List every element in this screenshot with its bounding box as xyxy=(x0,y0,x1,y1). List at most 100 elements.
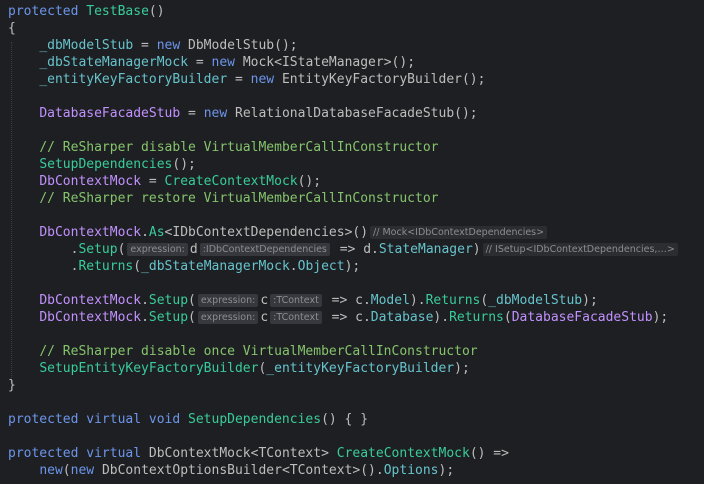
code-line[interactable]: DatabaseFacadeStub = new RelationalDatab… xyxy=(8,105,477,122)
code-token: _dbStateManagerMock xyxy=(141,259,290,274)
code-token: < xyxy=(281,463,290,478)
code-line[interactable]: { xyxy=(8,20,16,37)
code-line[interactable]: } xyxy=(8,377,16,394)
code-token: IStateManager xyxy=(281,55,384,70)
code-token: CreateContextMock xyxy=(336,446,470,461)
code-token: ); xyxy=(344,259,361,274)
code-token: DbContextMock xyxy=(39,174,142,189)
code-token: ( xyxy=(188,293,196,308)
code-token: _entityKeyFactoryBuilder xyxy=(266,361,455,376)
code-token: = xyxy=(141,174,165,189)
code-line[interactable]: DbContextMock.Setup(expression: c:TContex… xyxy=(8,309,668,326)
code-token: // ReSharper disable VirtualMemberCallIn… xyxy=(39,140,439,155)
code-token: new xyxy=(39,463,63,478)
code-token: _dbModelStub xyxy=(39,38,134,53)
code-token: TContext xyxy=(258,446,322,461)
code-line[interactable]: _entityKeyFactoryBuilder = new EntityKey… xyxy=(8,71,485,88)
code-token: ); xyxy=(652,310,669,325)
code-line[interactable]: .Setup(expression: d:IDbContextDependenci… xyxy=(8,241,680,258)
code-token: // ReSharper restore VirtualMemberCallIn… xyxy=(39,191,439,206)
code-token: DbModelStub xyxy=(188,38,275,53)
code-token: Returns xyxy=(425,293,481,308)
code-token: >(); xyxy=(383,55,416,70)
code-token: ); xyxy=(438,463,455,478)
code-token: { xyxy=(8,21,16,36)
code-line[interactable]: protected TestBase() xyxy=(8,3,165,20)
code-token: c xyxy=(260,310,269,325)
code-token: = xyxy=(180,106,204,121)
code-token: TContext xyxy=(289,463,353,478)
inlay-parameter-hint: expression: xyxy=(197,294,259,307)
code-token: ); xyxy=(582,293,598,308)
code-line[interactable]: _dbModelStub = new DbModelStub(); xyxy=(8,37,297,54)
code-line[interactable]: _dbStateManagerMock = new Mock<IStateMan… xyxy=(8,54,415,71)
code-token: ); xyxy=(454,361,470,376)
code-token: DbContextMock xyxy=(39,310,142,325)
code-token: new xyxy=(156,38,189,53)
code-token: => xyxy=(331,242,364,257)
code-token: . xyxy=(362,293,371,308)
code-token: _dbStateManagerMock xyxy=(39,55,189,70)
code-line[interactable]: DbContextMock.As<IDbContextDependencies>… xyxy=(8,224,549,241)
code-token: ( xyxy=(117,242,126,257)
code-token: . xyxy=(371,242,379,257)
code-token: protected virtual void xyxy=(8,412,189,427)
code-token: (); xyxy=(172,157,196,172)
code-line[interactable]: DbContextMock = CreateContextMock(); xyxy=(8,173,321,190)
code-token: = xyxy=(188,55,212,70)
code-token: TestBase xyxy=(86,4,149,19)
code-token: ). xyxy=(433,310,450,325)
code-token: Setup xyxy=(78,242,118,257)
code-token: Object xyxy=(297,259,345,274)
code-line[interactable]: new(new DbContextOptionsBuilder<TContext… xyxy=(8,462,454,479)
code-token: . xyxy=(141,293,149,308)
code-token: protected virtual xyxy=(8,446,149,461)
code-line[interactable]: // ReSharper disable VirtualMemberCallIn… xyxy=(8,139,438,156)
code-line[interactable]: protected virtual void SetupDependencies… xyxy=(8,411,368,428)
code-line[interactable]: // ReSharper restore VirtualMemberCallIn… xyxy=(8,190,438,207)
code-token: (); xyxy=(461,72,486,87)
code-token: (); xyxy=(297,174,322,189)
code-token: . xyxy=(141,225,149,240)
code-token: >(). xyxy=(352,463,384,478)
code-token: protected xyxy=(8,4,87,19)
code-line[interactable]: SetupEntityKeyFactoryBuilder(_entityKeyF… xyxy=(8,360,470,377)
inlay-parameter-hint: expression: xyxy=(197,311,259,324)
code-token: SetupDependencies xyxy=(188,412,322,427)
code-line[interactable]: // ReSharper disable once VirtualMemberC… xyxy=(8,343,477,360)
code-token: Options xyxy=(383,463,439,478)
code-token: d xyxy=(189,242,198,257)
code-editor[interactable]: protected TestBase(){ _dbModelStub = new… xyxy=(0,0,704,484)
code-token: DbContextMock xyxy=(39,293,142,308)
code-token: new xyxy=(211,55,243,70)
code-line[interactable]: .Returns(_dbStateManagerMock.Object); xyxy=(8,258,361,275)
code-line[interactable]: protected virtual DbContextMock<TContext… xyxy=(8,445,509,462)
code-token: () { } xyxy=(321,412,369,427)
inlay-parameter-hint: :TContext xyxy=(270,311,322,324)
code-token: new xyxy=(203,106,235,121)
code-token: _entityKeyFactoryBuilder xyxy=(39,72,228,87)
code-token: ( xyxy=(503,310,512,325)
code-token: () => xyxy=(469,446,509,461)
code-token: Model xyxy=(370,293,410,308)
inlay-parameter-hint: expression: xyxy=(127,243,188,256)
code-token: Database xyxy=(370,310,434,325)
code-token: As xyxy=(148,225,165,240)
code-token: d xyxy=(363,242,372,257)
code-line[interactable]: DbContextMock.Setup(expression: c:TContex… xyxy=(8,292,598,309)
code-token: ). xyxy=(409,293,426,308)
code-line[interactable]: SetupDependencies(); xyxy=(8,156,196,173)
code-token: Setup xyxy=(148,293,189,308)
inlay-type-hint: // ISetup<IDbContextDependencies,…> xyxy=(482,243,678,256)
code-token: => xyxy=(323,293,356,308)
